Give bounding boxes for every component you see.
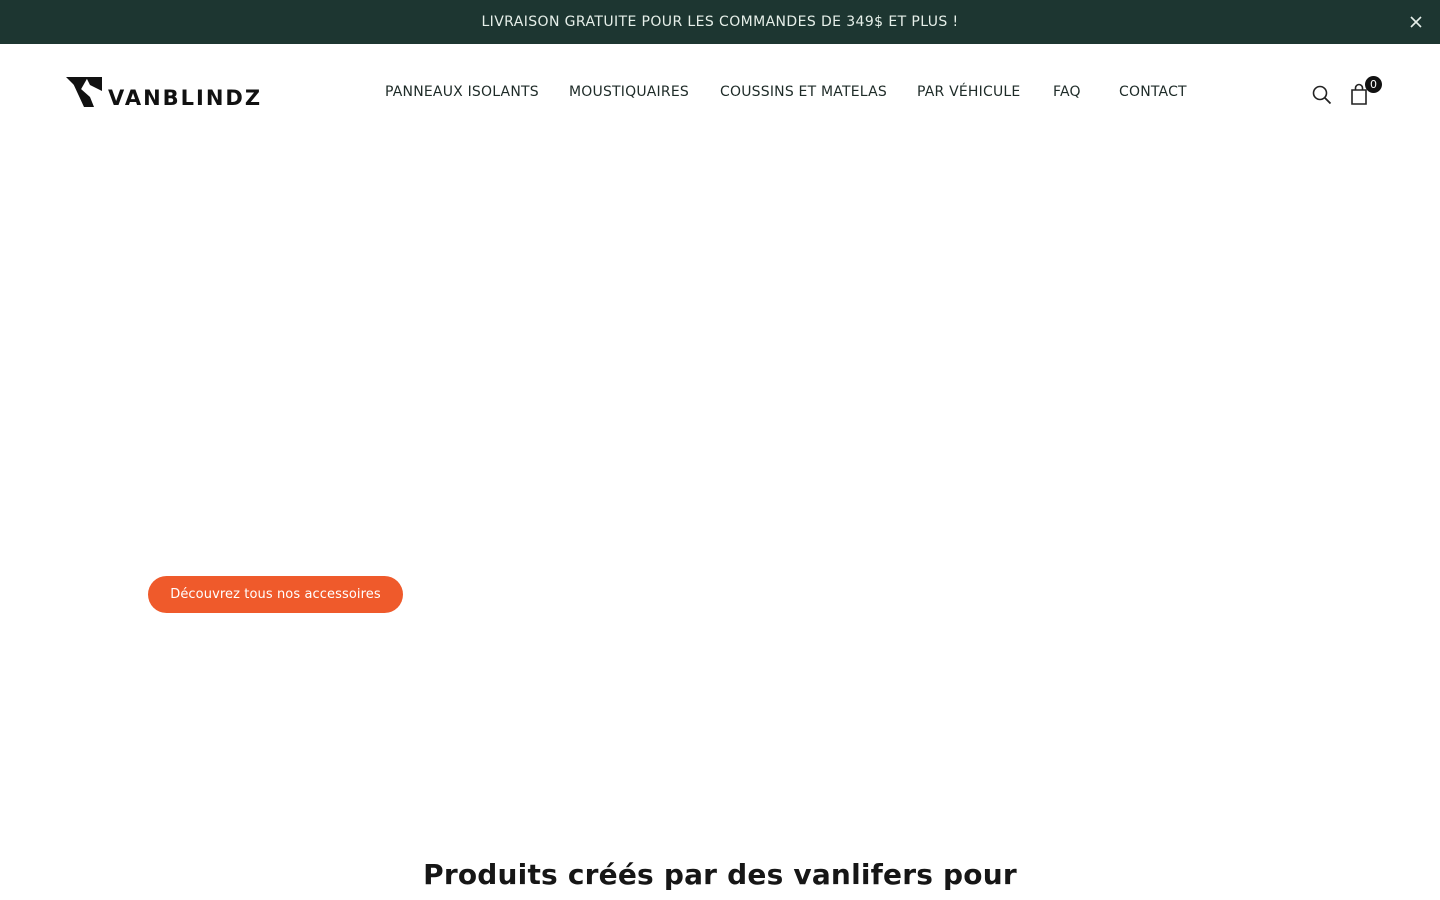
nav-item-coussins-et-matelas[interactable]: COUSSINS ET MATELAS	[720, 84, 887, 100]
announcement-text: LIVRAISON GRATUITE POUR LES COMMANDES DE…	[481, 14, 959, 30]
announcement-bar: LIVRAISON GRATUITE POUR LES COMMANDES DE…	[0, 0, 1440, 44]
nav-item-par-vehicule[interactable]: PAR VÉHICULE	[917, 84, 1020, 100]
logo-mark-icon	[66, 77, 102, 107]
hero-banner: Découvrez tous nos accessoires	[0, 144, 1440, 804]
close-icon[interactable]	[1406, 12, 1426, 32]
nav-item-panneaux-isolants[interactable]: PANNEAUX ISOLANTS	[385, 84, 539, 100]
cart-count-badge: 0	[1365, 76, 1382, 93]
brand-logo[interactable]: VANBLINDZ	[66, 76, 262, 112]
search-icon[interactable]	[1311, 84, 1333, 106]
header-actions: 0	[1308, 76, 1388, 110]
nav-item-contact[interactable]: CONTACT	[1119, 84, 1187, 100]
discover-accessories-button[interactable]: Découvrez tous nos accessoires	[148, 576, 403, 613]
section-title: Produits créés par des vanlifers pour	[423, 858, 1017, 891]
nav-item-moustiquaires[interactable]: MOUSTIQUAIRES	[569, 84, 689, 100]
nav-item-faq[interactable]: FAQ	[1053, 84, 1081, 100]
site-header: VANBLINDZ PANNEAUX ISOLANTS MOUSTIQUAIRE…	[0, 44, 1440, 144]
brand-name: VANBLINDZ	[108, 86, 263, 110]
